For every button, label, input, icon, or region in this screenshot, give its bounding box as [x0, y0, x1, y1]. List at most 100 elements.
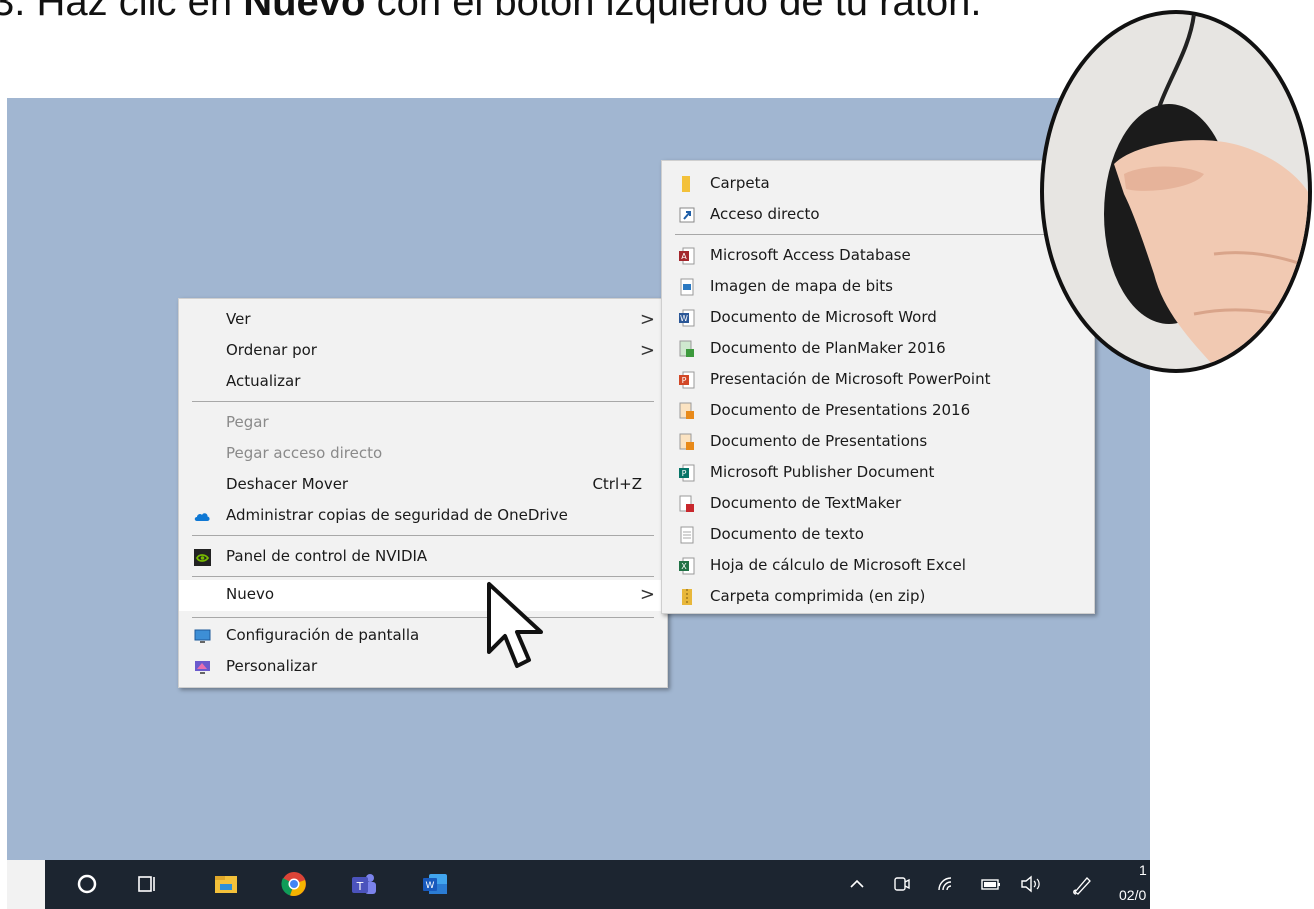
svg-text:P: P	[682, 376, 687, 385]
presentations-icon	[679, 433, 694, 450]
display-settings-icon	[194, 629, 211, 643]
zip-folder-icon	[682, 589, 692, 605]
menu-item-configuracion-pantalla[interactable]: Configuración de pantalla	[179, 621, 667, 652]
mouse-pointer-icon	[487, 582, 543, 668]
submenu-item-zip[interactable]: Carpeta comprimida (en zip)	[662, 582, 1094, 613]
submenu-item-label: Documento de Presentations 2016	[710, 401, 971, 419]
submenu-item-acceso-directo[interactable]: Acceso directo	[662, 200, 1094, 231]
search-circle-icon[interactable]	[73, 870, 101, 898]
submenu-item-textmaker[interactable]: Documento de TextMaker	[662, 489, 1094, 520]
menu-item-actualizar[interactable]: Actualizar	[179, 367, 667, 398]
submenu-item-presentations[interactable]: Documento de Presentations	[662, 427, 1094, 458]
instruction-heading: 3. Haz clic en Nuevo con el botón izquie…	[0, 0, 1092, 26]
chevron-up-icon[interactable]	[843, 870, 871, 898]
submenu-nuevo: Carpeta Acceso directo A Microsoft Acces…	[661, 160, 1095, 614]
menu-item-label: Ordenar por	[226, 341, 317, 359]
instruction-bold: Nuevo	[243, 0, 366, 24]
svg-text:W: W	[426, 881, 435, 891]
menu-item-nvidia[interactable]: Panel de control de NVIDIA	[179, 542, 667, 573]
access-icon: A	[679, 247, 695, 265]
instruction-prefix: 3. Haz clic en	[0, 0, 244, 24]
meet-now-icon[interactable]	[887, 870, 915, 898]
menu-item-deshacer-mover[interactable]: Deshacer Mover Ctrl+Z	[179, 470, 667, 501]
clock-time[interactable]: 1	[1139, 862, 1147, 878]
chevron-right-icon: >	[639, 340, 655, 361]
word-icon: W	[679, 309, 695, 327]
menu-item-label: Ver	[226, 310, 251, 328]
menu-separator	[192, 401, 654, 402]
hand-mouse-illustration	[1104, 14, 1308, 369]
menu-separator	[192, 535, 654, 536]
submenu-item-label: Documento de texto	[710, 525, 864, 543]
submenu-item-label: Carpeta	[710, 174, 770, 192]
planmaker-icon	[679, 340, 694, 357]
chevron-right-icon: >	[639, 584, 655, 605]
submenu-item-label: Documento de Presentations	[710, 432, 928, 450]
powerpoint-icon: P	[679, 371, 695, 389]
nvidia-icon	[194, 549, 211, 566]
submenu-item-label: Hoja de cálculo de Microsoft Excel	[710, 556, 966, 574]
menu-item-label: Panel de control de NVIDIA	[226, 547, 428, 565]
submenu-item-label: Acceso directo	[710, 205, 820, 223]
excel-icon: X	[679, 557, 695, 575]
chrome-icon[interactable]	[280, 870, 308, 898]
submenu-item-planmaker[interactable]: Documento de PlanMaker 2016	[662, 334, 1094, 365]
battery-icon[interactable]	[977, 870, 1005, 898]
menu-item-label: Nuevo	[226, 585, 275, 603]
pen-icon[interactable]	[1068, 870, 1096, 898]
submenu-item-access[interactable]: A Microsoft Access Database	[662, 241, 1094, 272]
volume-icon[interactable]	[1017, 870, 1045, 898]
onedrive-icon	[194, 513, 210, 521]
submenu-item-excel[interactable]: X Hoja de cálculo de Microsoft Excel	[662, 551, 1094, 582]
submenu-item-label: Documento de TextMaker	[710, 494, 902, 512]
submenu-item-word[interactable]: W Documento de Microsoft Word	[662, 303, 1094, 334]
submenu-item-publisher[interactable]: P Microsoft Publisher Document	[662, 458, 1094, 489]
submenu-item-label: Microsoft Publisher Document	[710, 463, 935, 481]
desktop-context-menu: Ver > Ordenar por > Actualizar Pegar Peg…	[178, 298, 668, 688]
clock-date[interactable]: 02/0	[1119, 887, 1146, 903]
menu-item-ver[interactable]: Ver >	[179, 305, 667, 336]
menu-item-label: Pegar	[226, 413, 269, 431]
start-area[interactable]	[7, 860, 45, 909]
submenu-item-presentations-2016[interactable]: Documento de Presentations 2016	[662, 396, 1094, 427]
submenu-item-powerpoint[interactable]: P Presentación de Microsoft PowerPoint	[662, 365, 1094, 396]
submenu-item-label: Documento de PlanMaker 2016	[710, 339, 946, 357]
menu-separator	[192, 576, 654, 577]
bitmap-icon	[680, 278, 694, 296]
menu-item-label: Personalizar	[226, 657, 318, 675]
shortcut-label: Ctrl+Z	[592, 475, 642, 493]
svg-text:A: A	[681, 252, 687, 261]
file-explorer-icon[interactable]	[212, 870, 240, 898]
menu-separator	[192, 617, 654, 618]
submenu-item-texto[interactable]: Documento de texto	[662, 520, 1094, 551]
submenu-item-label: Carpeta comprimida (en zip)	[710, 587, 926, 605]
task-view-icon[interactable]	[133, 870, 161, 898]
menu-item-pegar-acceso-directo[interactable]: Pegar acceso directo	[179, 439, 667, 470]
folder-icon	[682, 176, 690, 192]
menu-item-ordenar-por[interactable]: Ordenar por >	[179, 336, 667, 367]
personalize-icon	[195, 661, 210, 674]
taskbar: T W 1 02/0	[7, 860, 1150, 909]
presentations-icon	[679, 402, 694, 419]
submenu-item-carpeta[interactable]: Carpeta	[662, 169, 1094, 200]
chevron-right-icon: >	[639, 309, 655, 330]
text-document-icon	[680, 526, 694, 544]
menu-item-label: Pegar acceso directo	[226, 444, 383, 462]
menu-item-label: Configuración de pantalla	[226, 626, 420, 644]
menu-item-nuevo[interactable]: Nuevo >	[179, 580, 667, 611]
svg-text:T: T	[356, 880, 364, 893]
teams-icon[interactable]: T	[350, 870, 378, 898]
menu-item-label: Deshacer Mover	[226, 475, 349, 493]
svg-text:W: W	[680, 314, 688, 323]
submenu-item-label: Imagen de mapa de bits	[710, 277, 893, 295]
hand-on-mouse-photo	[1040, 10, 1312, 373]
publisher-icon: P	[679, 464, 695, 482]
submenu-item-bitmap[interactable]: Imagen de mapa de bits	[662, 272, 1094, 303]
menu-item-personalizar[interactable]: Personalizar	[179, 652, 667, 683]
menu-separator	[675, 234, 1081, 235]
menu-item-pegar[interactable]: Pegar	[179, 408, 667, 439]
svg-text:X: X	[681, 562, 687, 571]
wifi-icon[interactable]	[933, 870, 961, 898]
menu-item-onedrive-backup[interactable]: Administrar copias de seguridad de OneDr…	[179, 501, 667, 532]
word-icon[interactable]: W	[421, 870, 449, 898]
